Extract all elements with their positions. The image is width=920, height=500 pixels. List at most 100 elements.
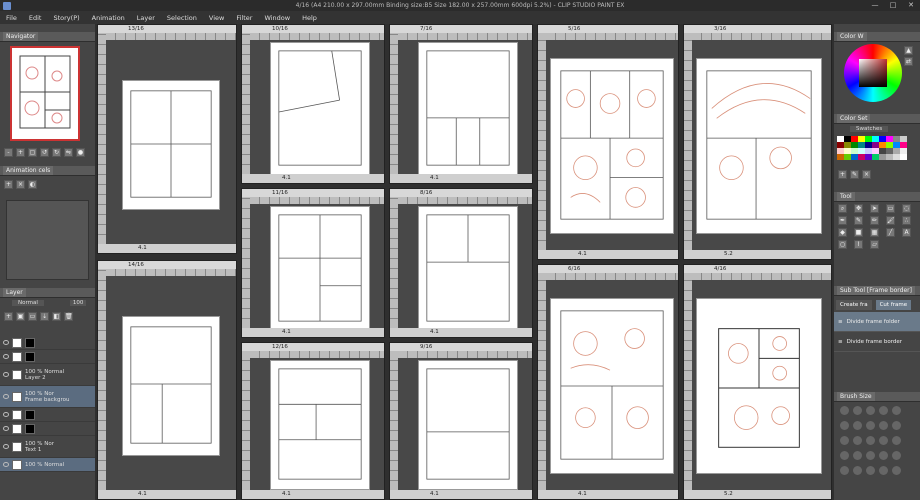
brush-size-dot[interactable]	[853, 421, 862, 430]
brush-size-dot[interactable]	[879, 406, 888, 415]
rotate-left-icon[interactable]: ↺	[40, 148, 49, 157]
add-swatch-icon[interactable]: +	[838, 170, 847, 179]
color-mode-icon[interactable]: ▲	[904, 46, 913, 55]
brush-size-dot[interactable]	[840, 406, 849, 415]
brush-size-dot[interactable]	[879, 451, 888, 460]
layer-row[interactable]: 100 % Nor Frame backgrou	[0, 386, 95, 408]
page-window-9[interactable]: 9/16 4.1	[389, 342, 533, 500]
line-tool-icon[interactable]: ⌇	[854, 240, 863, 249]
swap-icon[interactable]: ⇄	[904, 57, 913, 66]
page-window-7[interactable]: 7/16 4.1	[389, 24, 533, 184]
brush-size-dot[interactable]	[892, 466, 901, 475]
gradient-tool-icon[interactable]: ■	[854, 228, 863, 237]
navigator-preview[interactable]	[10, 46, 80, 141]
sub-tool-item[interactable]: ≡ Divide frame folder	[834, 312, 920, 332]
layer-row[interactable]: 100 % Nor Text 1	[0, 436, 95, 458]
frame-tool-icon[interactable]: ▦	[870, 228, 879, 237]
layer-row[interactable]	[0, 408, 95, 422]
menu-view[interactable]: View	[209, 14, 224, 22]
menu-animation[interactable]: Animation	[92, 14, 125, 22]
menu-file[interactable]: File	[6, 14, 17, 22]
page-canvas[interactable]	[692, 40, 831, 250]
menu-layer[interactable]: Layer	[137, 14, 155, 22]
page-window-10[interactable]: 10/16 4.1	[241, 24, 385, 184]
brush-size-dot[interactable]	[853, 406, 862, 415]
page-window-5[interactable]: 5/16 4.1	[537, 24, 679, 260]
page-window-4[interactable]: 4/16 5.2	[683, 264, 832, 500]
text-tool-icon[interactable]: A	[902, 228, 911, 237]
page-window-14[interactable]: 14/16 4.1	[97, 260, 237, 500]
menu-window[interactable]: Window	[264, 14, 290, 22]
page-canvas[interactable]	[106, 40, 236, 244]
brush-size-dot[interactable]	[866, 451, 875, 460]
move-tool-icon[interactable]: ✥	[854, 204, 863, 213]
page-window-3[interactable]: 3/16 5.2	[683, 24, 832, 260]
blend-mode-select[interactable]: Normal	[12, 300, 44, 306]
menu-help[interactable]: Help	[302, 14, 317, 22]
animation-tab[interactable]: Animation cels	[3, 166, 54, 175]
eye-icon[interactable]	[3, 462, 9, 467]
page-canvas[interactable]	[692, 280, 831, 490]
swatch-grid[interactable]	[834, 134, 910, 162]
zoom-in-icon[interactable]: +	[16, 148, 25, 157]
reset-icon[interactable]: ●	[76, 148, 85, 157]
page-canvas[interactable]	[398, 204, 532, 330]
color-wheel-tab[interactable]: Color W	[837, 32, 867, 41]
balloon-tool-icon[interactable]: ○	[838, 240, 847, 249]
brush-size-dot[interactable]	[866, 436, 875, 445]
brush-size-dot[interactable]	[892, 436, 901, 445]
delete-layer-icon[interactable]: 🗑	[64, 312, 73, 321]
layer-row[interactable]: 100 % Normal Layer 2	[0, 364, 95, 386]
page-window-8[interactable]: 8/16 4.1	[389, 188, 533, 338]
page-canvas[interactable]	[106, 276, 236, 490]
eyedropper-tool-icon[interactable]: ✒	[838, 216, 847, 225]
layer-tab[interactable]: Layer	[3, 288, 26, 297]
zoom-out-icon[interactable]: -	[4, 148, 13, 157]
brush-size-dot[interactable]	[840, 421, 849, 430]
page-window-6[interactable]: 6/16 4.1	[537, 264, 679, 500]
page-canvas[interactable]	[546, 280, 678, 490]
brush-size-dot[interactable]	[840, 451, 849, 460]
edit-swatch-icon[interactable]: ✎	[850, 170, 859, 179]
brush-size-dot[interactable]	[840, 436, 849, 445]
layer-row[interactable]	[0, 336, 95, 350]
menu-filter[interactable]: Filter	[236, 14, 252, 22]
eraser-tool-icon[interactable]: ▱	[870, 240, 879, 249]
delete-cel-icon[interactable]: ×	[16, 180, 25, 189]
new-raster-icon[interactable]: +	[4, 312, 13, 321]
page-canvas[interactable]	[250, 204, 384, 330]
menu-story[interactable]: Story(P)	[53, 14, 79, 22]
selection-tool-icon[interactable]: ▭	[886, 204, 895, 213]
brush-size-dot[interactable]	[853, 436, 862, 445]
layer-row[interactable]: 100 % Normal	[0, 458, 95, 472]
brush-size-dot[interactable]	[892, 406, 901, 415]
maximize-button[interactable]: □	[884, 0, 902, 11]
new-folder-icon[interactable]: ▭	[28, 312, 37, 321]
tool-tab[interactable]: Tool	[837, 192, 855, 201]
minimize-button[interactable]: —	[866, 0, 884, 11]
animation-area[interactable]	[6, 200, 89, 280]
page-canvas[interactable]	[398, 40, 532, 176]
brush-size-dot[interactable]	[853, 466, 862, 475]
close-button[interactable]: ✕	[902, 0, 920, 11]
brush-size-grid[interactable]	[838, 404, 916, 479]
color-wheel[interactable]	[844, 44, 902, 102]
sub-tool-item[interactable]: ≡ Divide frame border	[834, 332, 920, 352]
pen-tool-icon[interactable]: ✎	[854, 216, 863, 225]
airbrush-tool-icon[interactable]: ∴	[902, 216, 911, 225]
lasso-tool-icon[interactable]: ◌	[902, 204, 911, 213]
eye-icon[interactable]	[3, 354, 9, 359]
fit-icon[interactable]: ▢	[28, 148, 37, 157]
new-cel-icon[interactable]: +	[4, 180, 13, 189]
brush-size-dot[interactable]	[853, 451, 862, 460]
brush-size-dot[interactable]	[879, 466, 888, 475]
page-window-13[interactable]: 13/16 4.1	[97, 24, 237, 254]
ruler-tool-icon[interactable]: ╱	[886, 228, 895, 237]
brush-size-dot[interactable]	[866, 421, 875, 430]
menu-selection[interactable]: Selection	[167, 14, 197, 22]
brush-size-tab[interactable]: Brush Size	[837, 392, 875, 401]
eye-icon[interactable]	[3, 426, 9, 431]
zoom-tool-icon[interactable]: ⌕	[838, 204, 847, 213]
page-canvas[interactable]	[250, 358, 384, 490]
delete-swatch-icon[interactable]: ×	[862, 170, 871, 179]
